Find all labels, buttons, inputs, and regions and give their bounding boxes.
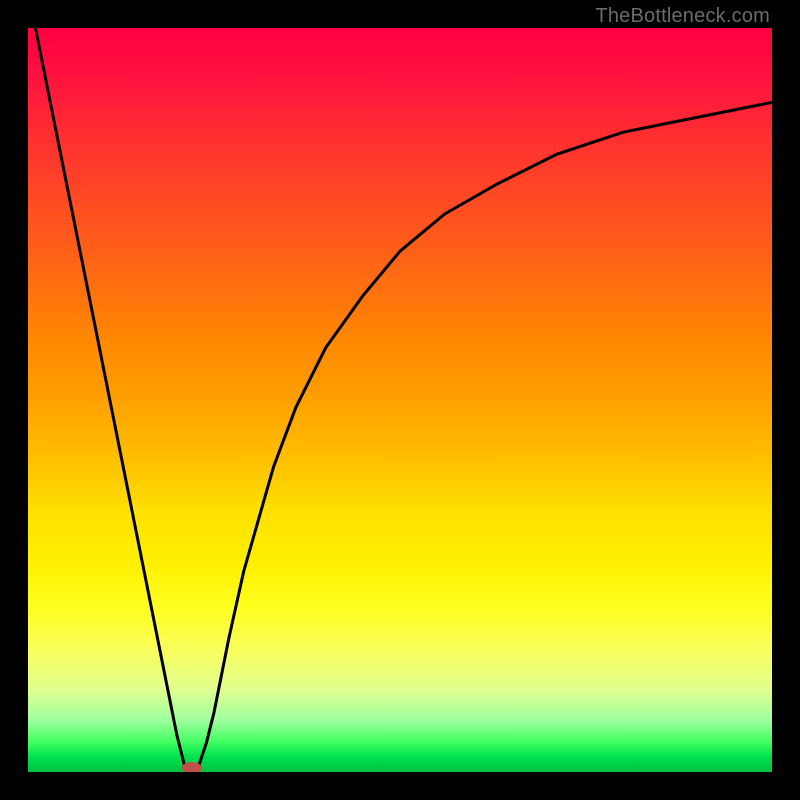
plot-area xyxy=(28,28,772,772)
chart-frame: TheBottleneck.com xyxy=(0,0,800,800)
watermark-text: TheBottleneck.com xyxy=(595,5,770,28)
bottleneck-curve xyxy=(35,28,772,772)
chart-svg xyxy=(28,28,772,772)
